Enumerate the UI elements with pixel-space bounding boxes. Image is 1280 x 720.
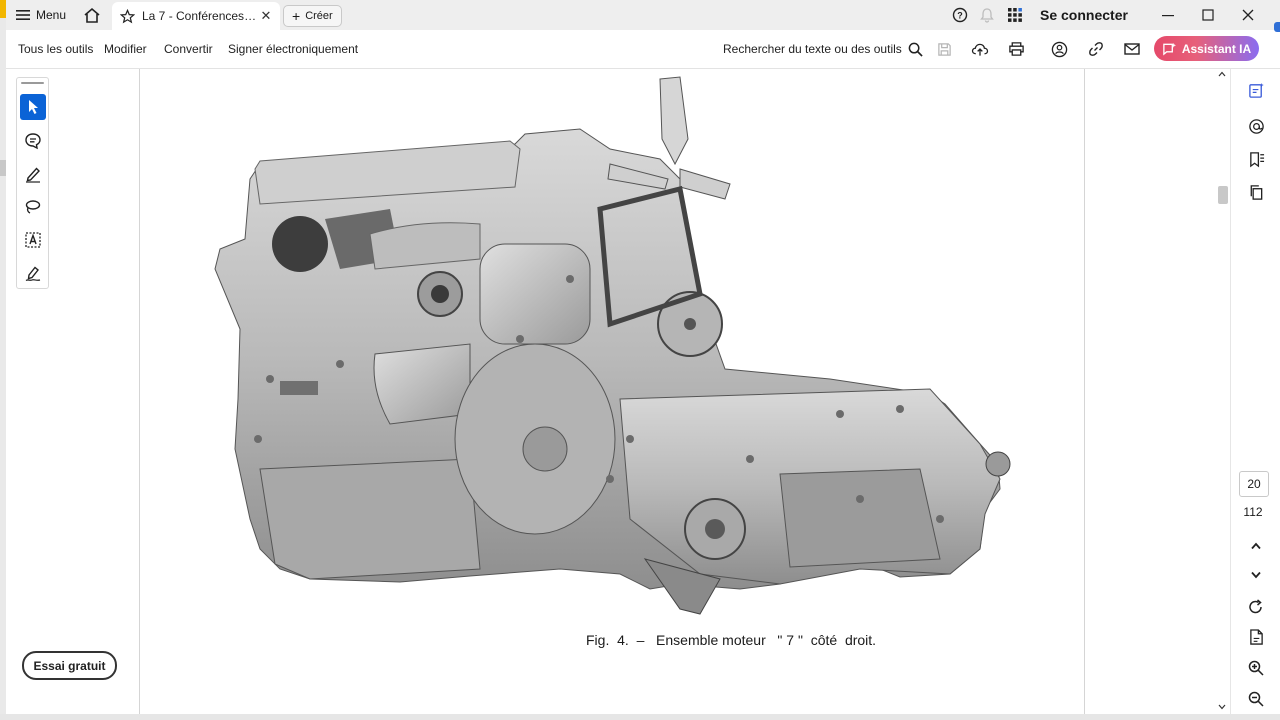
minimize-button[interactable] bbox=[1148, 0, 1188, 30]
panel-grip[interactable] bbox=[21, 82, 44, 84]
free-trial-button[interactable]: Essai gratuit bbox=[22, 651, 117, 680]
search-icon bbox=[908, 42, 923, 57]
menu-button[interactable]: Menu bbox=[16, 0, 66, 30]
notifications-button[interactable] bbox=[980, 0, 994, 30]
maximize-button[interactable] bbox=[1188, 0, 1228, 30]
vertical-scrollbar[interactable] bbox=[1216, 69, 1228, 714]
bookmarks-button[interactable] bbox=[1245, 148, 1267, 170]
ai-sparkle-icon bbox=[1162, 42, 1177, 56]
scrollbar-thumb[interactable] bbox=[1218, 186, 1228, 204]
minimize-icon bbox=[1162, 9, 1174, 21]
zoom-out-button[interactable] bbox=[1245, 688, 1267, 710]
previous-page-button[interactable] bbox=[1245, 535, 1267, 557]
sign-tool-button[interactable] bbox=[20, 260, 46, 286]
total-pages: 112 bbox=[1243, 505, 1263, 519]
share-user-button[interactable] bbox=[1048, 38, 1070, 60]
title-bar: Menu La 7 - Conférences te... ✕ + Créer … bbox=[6, 0, 1280, 30]
current-page-input[interactable]: 20 bbox=[1239, 471, 1269, 497]
comment-icon bbox=[24, 132, 42, 150]
all-tools-button[interactable]: Tous les outils bbox=[18, 30, 93, 68]
star-icon[interactable] bbox=[120, 8, 136, 24]
close-window-button[interactable] bbox=[1228, 0, 1268, 30]
home-button[interactable] bbox=[80, 0, 104, 30]
apps-button[interactable] bbox=[1007, 0, 1023, 30]
document-page: Fig. 4. – Ensemble moteur " 7 " côté dro… bbox=[139, 69, 1085, 714]
help-button[interactable]: ? bbox=[952, 0, 968, 30]
select-tool-button[interactable] bbox=[20, 94, 46, 120]
lasso-icon bbox=[24, 198, 42, 216]
hamburger-icon bbox=[16, 9, 30, 21]
apps-grid-icon bbox=[1007, 7, 1023, 23]
tab-close-icon[interactable]: ✕ bbox=[258, 8, 274, 24]
link-icon bbox=[1088, 41, 1104, 57]
main-area: Essai gratuit Fig. 4. – Ensemble moteur … bbox=[6, 69, 1280, 714]
summary-icon bbox=[1248, 82, 1265, 99]
highlight-tool-button[interactable] bbox=[20, 161, 46, 187]
search-tools-button[interactable]: Rechercher du texte ou des outils bbox=[723, 30, 923, 68]
share-user-icon bbox=[1051, 41, 1068, 58]
quick-tools-panel bbox=[16, 77, 49, 289]
right-tool-panel: 20 112 bbox=[1230, 69, 1280, 714]
next-page-button[interactable] bbox=[1245, 564, 1267, 586]
svg-text:?: ? bbox=[957, 11, 963, 21]
help-icon: ? bbox=[952, 7, 968, 23]
ai-summary-button[interactable] bbox=[1245, 79, 1267, 101]
pages-thumbnails-button[interactable] bbox=[1245, 181, 1267, 203]
convert-button[interactable]: Convertir bbox=[164, 30, 213, 68]
rotate-button[interactable] bbox=[1245, 596, 1267, 618]
create-button[interactable]: + Créer bbox=[283, 5, 342, 27]
upload-button[interactable] bbox=[969, 38, 991, 60]
chevron-up-icon bbox=[1250, 542, 1262, 550]
engine-photo bbox=[214, 76, 1011, 615]
bookmark-icon bbox=[1248, 151, 1265, 168]
ai-assistant-button[interactable]: Assistant IA bbox=[1154, 36, 1259, 61]
cursor-arrow-icon bbox=[26, 99, 40, 115]
main-toolbar: Tous les outils Modifier Convertir Signe… bbox=[6, 30, 1280, 69]
comments-panel-button[interactable] bbox=[1245, 115, 1267, 137]
figure-caption: Fig. 4. – Ensemble moteur " 7 " côté dro… bbox=[586, 632, 877, 648]
search-label: Rechercher du texte ou des outils bbox=[723, 42, 902, 56]
edit-button[interactable]: Modifier bbox=[104, 30, 147, 68]
link-button[interactable] bbox=[1085, 38, 1107, 60]
bell-icon bbox=[980, 7, 994, 23]
signin-button[interactable]: Se connecter bbox=[1040, 0, 1128, 30]
rotate-icon bbox=[1248, 599, 1264, 615]
tab-title: La 7 - Conférences te... bbox=[142, 9, 258, 23]
ai-assistant-label: Assistant IA bbox=[1181, 41, 1252, 56]
acrobat-window: Menu La 7 - Conférences te... ✕ + Créer … bbox=[6, 0, 1280, 720]
chevron-down-icon bbox=[1250, 571, 1262, 579]
signature-pen-icon bbox=[24, 264, 42, 282]
scroll-up-icon[interactable] bbox=[1218, 71, 1226, 77]
at-comment-icon bbox=[1248, 118, 1265, 135]
envelope-icon bbox=[1124, 42, 1140, 56]
home-icon bbox=[83, 7, 101, 24]
comment-tool-button[interactable] bbox=[20, 128, 46, 154]
menu-label: Menu bbox=[36, 8, 67, 22]
plus-icon: + bbox=[292, 8, 301, 24]
printer-icon bbox=[1008, 41, 1025, 57]
zoom-in-icon bbox=[1248, 660, 1264, 676]
close-icon bbox=[1242, 9, 1254, 21]
text-box-icon bbox=[24, 231, 42, 249]
save-icon bbox=[937, 42, 952, 57]
print-button[interactable] bbox=[1005, 38, 1027, 60]
zoom-in-button[interactable] bbox=[1245, 657, 1267, 679]
esign-button[interactable]: Signer électroniquement bbox=[228, 30, 358, 68]
text-box-tool-button[interactable] bbox=[20, 227, 46, 253]
scroll-down-icon[interactable] bbox=[1218, 704, 1226, 710]
copy-pages-icon bbox=[1248, 184, 1264, 201]
save-button[interactable] bbox=[933, 38, 955, 60]
pen-icon bbox=[24, 165, 42, 183]
taskbar-edge bbox=[0, 714, 1280, 720]
document-tab[interactable]: La 7 - Conférences te... ✕ bbox=[112, 2, 280, 30]
maximize-icon bbox=[1202, 9, 1214, 21]
zoom-out-icon bbox=[1248, 691, 1264, 707]
cloud-upload-icon bbox=[971, 42, 989, 57]
draw-tool-button[interactable] bbox=[20, 194, 46, 220]
create-label: Créer bbox=[305, 10, 333, 22]
page-view-icon bbox=[1249, 628, 1264, 646]
page-fit-button[interactable] bbox=[1245, 626, 1267, 648]
email-button[interactable] bbox=[1121, 38, 1143, 60]
